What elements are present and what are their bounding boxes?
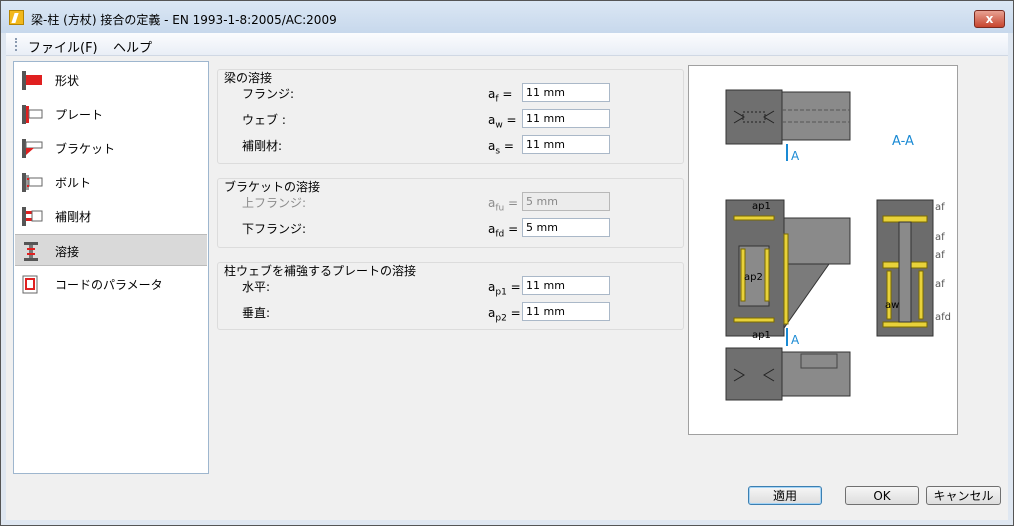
menu-file[interactable]: ファイル(F) bbox=[28, 37, 98, 56]
section-label: A-A bbox=[892, 134, 914, 149]
aw-input[interactable]: 11 mm bbox=[522, 109, 610, 128]
aw-label: aw bbox=[885, 300, 899, 311]
afd-label: afd bbox=[935, 312, 951, 323]
dialog-window: 梁-柱 (方杖) 接合の定義 - EN 1993-1-8:2005/AC:200… bbox=[0, 0, 1014, 526]
shape-icon bbox=[22, 71, 42, 90]
af-label-2: af bbox=[935, 232, 945, 243]
close-button[interactable]: x bbox=[974, 10, 1005, 28]
nav-item-stiffeners[interactable]: 補剛材 bbox=[15, 200, 207, 232]
group-title: 柱ウェブを補強するプレートの溶接 bbox=[224, 264, 417, 278]
elevation-view: ap1 ap2 ap1 bbox=[725, 199, 851, 341]
nav-item-shape[interactable]: 形状 bbox=[15, 64, 207, 96]
upper-flange-label: 上フランジ: bbox=[242, 196, 307, 210]
afd-input[interactable]: 5 mm bbox=[522, 218, 610, 237]
bracket-weld-group: ブラケットの溶接 上フランジ: afu = 5 mm 下フランジ: afd = … bbox=[217, 178, 684, 248]
nav-item-label: 溶接 bbox=[55, 245, 80, 259]
menu-help[interactable]: ヘルプ bbox=[113, 37, 152, 56]
vertical-label: 垂直: bbox=[242, 306, 271, 320]
weld-preview-panel: A A-A ap1 ap2 ap1 A aw af af af af afd bbox=[688, 65, 958, 435]
lower-flange-label: 下フランジ: bbox=[242, 222, 307, 236]
nav-item-welds[interactable]: 溶接 bbox=[15, 234, 207, 266]
aa-section-view: aw af af af af afd bbox=[876, 199, 951, 337]
nav-item-bracket[interactable]: ブラケット bbox=[15, 132, 207, 164]
group-title: ブラケットの溶接 bbox=[224, 180, 321, 194]
nav-item-code-params[interactable]: コードのパラメータ bbox=[15, 268, 207, 300]
nav-item-label: ボルト bbox=[55, 176, 92, 190]
ap1-input[interactable]: 11 mm bbox=[522, 276, 610, 295]
plate-icon bbox=[22, 105, 43, 124]
group-title: 梁の溶接 bbox=[224, 71, 273, 85]
nav-item-label: コードのパラメータ bbox=[55, 278, 163, 292]
beam-weld-group: 梁の溶接 フランジ: af = 11 mm ウェブ : aw = 11 mm 補… bbox=[217, 69, 684, 164]
ap2-label: ap2 bbox=[744, 272, 763, 283]
nav-item-plate[interactable]: プレート bbox=[15, 98, 207, 130]
cut-label-bottom: A bbox=[791, 333, 800, 347]
top-section-view bbox=[725, 89, 851, 145]
af-label-4: af bbox=[935, 279, 945, 290]
category-list: 形状 プレート ブラケット ボルト 補剛材 溶接 コードのパラメータ bbox=[13, 61, 209, 474]
cut-label-top: A bbox=[791, 149, 800, 163]
afu-input: 5 mm bbox=[522, 192, 610, 211]
weld-icon bbox=[24, 242, 38, 261]
nav-item-label: プレート bbox=[55, 108, 104, 122]
title-bar: 梁-柱 (方杖) 接合の定義 - EN 1993-1-8:2005/AC:200… bbox=[1, 1, 1013, 33]
flange-label: フランジ: bbox=[242, 87, 295, 101]
stiffener-label: 補剛材: bbox=[242, 139, 283, 153]
window-title: 梁-柱 (方杖) 接合の定義 - EN 1993-1-8:2005/AC:200… bbox=[31, 13, 337, 27]
web-label: ウェブ : bbox=[242, 113, 286, 127]
code-params-icon bbox=[22, 275, 38, 294]
stiffener-icon bbox=[22, 207, 43, 226]
close-icon: x bbox=[985, 12, 994, 26]
nav-item-label: ブラケット bbox=[55, 142, 116, 156]
ap2-input[interactable]: 11 mm bbox=[522, 302, 610, 321]
as-input[interactable]: 11 mm bbox=[522, 135, 610, 154]
nav-item-label: 形状 bbox=[55, 74, 80, 88]
ap1-label-top: ap1 bbox=[752, 201, 771, 212]
af-label-3: af bbox=[935, 250, 945, 261]
nav-item-label: 補剛材 bbox=[55, 210, 92, 224]
bracket-icon bbox=[22, 139, 43, 158]
apply-button[interactable]: 適用 bbox=[748, 486, 822, 505]
menu-bar: ファイル(F) ヘルプ bbox=[6, 33, 1008, 56]
af-input[interactable]: 11 mm bbox=[522, 83, 610, 102]
weld-diagram: A A-A ap1 ap2 ap1 A aw af af af af afd bbox=[725, 89, 951, 401]
horizontal-label: 水平: bbox=[242, 280, 271, 294]
cancel-button[interactable]: キャンセル bbox=[926, 486, 1001, 505]
menu-grip bbox=[15, 38, 19, 51]
nav-item-bolts[interactable]: ボルト bbox=[15, 166, 207, 198]
ap1-label-bottom: ap1 bbox=[752, 330, 771, 341]
dialog-body: 形状 プレート ブラケット ボルト 補剛材 溶接 コードのパラメータ 梁の溶接 … bbox=[6, 56, 1008, 520]
app-icon bbox=[9, 10, 24, 25]
ok-button[interactable]: OK bbox=[845, 486, 919, 505]
af-label-1: af bbox=[935, 202, 945, 213]
web-plate-weld-group: 柱ウェブを補強するプレートの溶接 水平: ap1 = 11 mm 垂直: ap2… bbox=[217, 262, 684, 330]
bottom-section-view bbox=[725, 347, 851, 401]
bolt-icon bbox=[22, 173, 43, 192]
